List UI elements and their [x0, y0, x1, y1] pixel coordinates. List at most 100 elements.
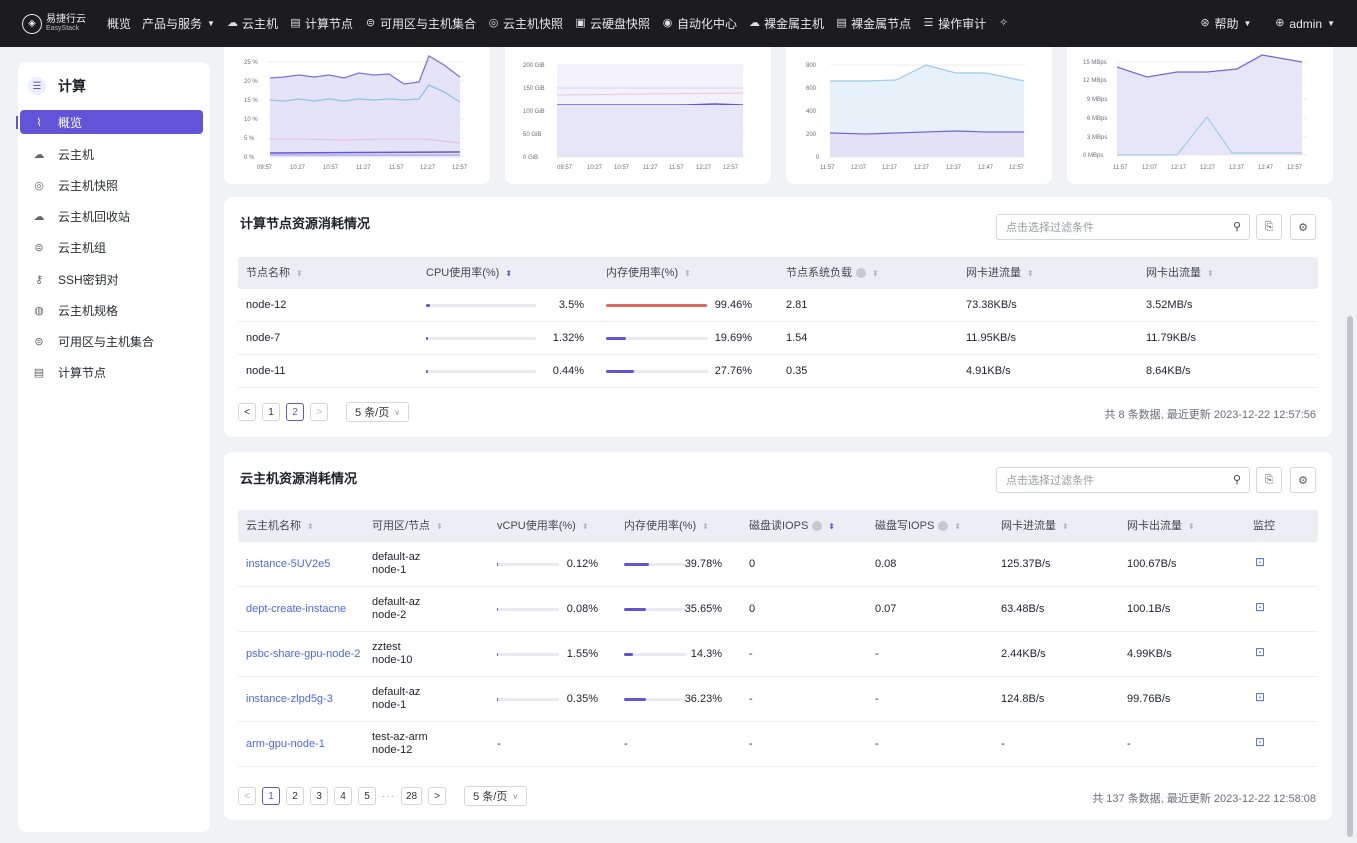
nav-audit[interactable]: ☰ 操作审计: [922, 15, 986, 32]
sort-icon[interactable]: ⬍: [684, 269, 691, 278]
sidebar-item-flavor[interactable]: ◍ 云主机规格: [20, 298, 203, 322]
next-page-button[interactable]: >: [310, 403, 328, 421]
net-out-value: 11.79KB/s: [1146, 332, 1196, 344]
info-icon[interactable]: [812, 521, 823, 532]
nav-overview[interactable]: 概览: [107, 15, 131, 32]
page-button[interactable]: 3: [310, 787, 328, 805]
sidebar-item-vm[interactable]: ☁ 云主机: [20, 142, 203, 166]
col-cpu[interactable]: CPU使用率(%) ⬍: [426, 257, 512, 289]
nav-az-aggregates[interactable]: ⊜ 可用区与主机集合: [364, 15, 476, 32]
sort-desc-icon[interactable]: ⬍: [505, 269, 512, 278]
page-size-select[interactable]: 5 条/页 ∨: [346, 402, 410, 422]
vm-name-link[interactable]: arm-gpu-node-1: [246, 738, 325, 750]
monitor-icon[interactable]: ⊡: [1255, 645, 1265, 659]
table-row: instance-zlpd5g-3 default-az node-1 0.35%…: [238, 677, 1318, 722]
col-vcpu[interactable]: vCPU使用率(%) ⬍: [497, 510, 589, 542]
settings-button[interactable]: ⚙: [1290, 214, 1316, 240]
page-button[interactable]: 28: [401, 787, 423, 805]
sort-icon[interactable]: ⬍: [1188, 522, 1195, 531]
col-net-out[interactable]: 网卡出流量 ⬍: [1127, 510, 1195, 542]
filter-input[interactable]: 点击选择过滤条件 ⚲: [996, 467, 1250, 493]
prev-page-button[interactable]: <: [238, 787, 256, 805]
col-disk-read[interactable]: 磁盘读IOPS ⬍: [749, 510, 835, 542]
node-name[interactable]: node-11: [246, 365, 286, 377]
help-menu[interactable]: ⊛ 帮助 ▼: [1198, 15, 1251, 32]
next-page-button[interactable]: >: [428, 787, 447, 805]
col-vm-name[interactable]: 云主机名称 ⬍: [246, 510, 314, 542]
scrollbar-thumb[interactable]: [1347, 316, 1353, 837]
pin-icon[interactable]: ✧: [997, 17, 1013, 30]
sidebar-item-vm-snapshot[interactable]: ◎ 云主机快照: [20, 173, 203, 197]
az-node: default-az node-1: [372, 551, 421, 576]
table-summary: 共 8 条数据, 最近更新 2023-12-22 12:57:56: [1104, 409, 1316, 421]
page-button[interactable]: 2: [286, 787, 304, 805]
col-net-out[interactable]: 网卡出流量 ⬍: [1146, 257, 1214, 289]
vm-name-link[interactable]: instance-5UV2e5: [246, 558, 330, 570]
sort-icon[interactable]: ⬍: [436, 522, 443, 531]
load-value: 2.81: [786, 299, 808, 311]
user-menu[interactable]: ⊕ admin ▼: [1273, 17, 1335, 31]
search-icon[interactable]: ⚲: [1233, 220, 1241, 233]
nav-bm-host[interactable]: ☁ 裸金属主机: [748, 15, 824, 32]
col-memory[interactable]: 内存使用率(%) ⬍: [624, 510, 709, 542]
prev-page-button[interactable]: <: [238, 403, 256, 421]
monitor-icon[interactable]: ⊡: [1255, 555, 1265, 569]
sort-icon[interactable]: ⬍: [702, 522, 709, 531]
sidebar-item-compute-node[interactable]: ▤ 计算节点: [20, 360, 203, 384]
node-name[interactable]: node-7: [246, 332, 280, 344]
col-load[interactable]: 节点系统负载 ⬍: [786, 257, 879, 289]
page-button[interactable]: 1: [262, 403, 280, 421]
info-icon[interactable]: [938, 521, 949, 532]
sort-desc-icon[interactable]: ⬍: [828, 522, 835, 531]
col-node-name[interactable]: 节点名称 ⬍: [246, 257, 303, 289]
net-in-value: 2.44KB/s: [1001, 648, 1046, 660]
sort-icon[interactable]: ⬍: [296, 269, 303, 278]
nav-disk-snapshot[interactable]: ▣ 云硬盘快照: [574, 15, 650, 32]
nav-automation[interactable]: ◉ 自动化中心: [661, 15, 737, 32]
sidebar-item-recycle[interactable]: ☁ 云主机回收站: [20, 204, 203, 228]
page-size-select[interactable]: 5 条/页 ∨: [464, 786, 528, 806]
x-tick: 12:47: [978, 165, 994, 171]
col-disk-write[interactable]: 磁盘写IOPS ⬍: [875, 510, 961, 542]
filter-input[interactable]: 点击选择过滤条件 ⚲: [996, 214, 1250, 240]
col-az-node[interactable]: 可用区/节点 ⬍: [372, 510, 443, 542]
logo[interactable]: ◈ 易捷行云 EasyStack: [22, 13, 86, 34]
monitor-icon[interactable]: ⊡: [1255, 600, 1265, 614]
search-icon[interactable]: ⚲: [1233, 473, 1241, 486]
export-button[interactable]: ⎘: [1256, 467, 1282, 493]
page-button[interactable]: 4: [334, 787, 352, 805]
sidebar-item-ssh-key[interactable]: ⚷ SSH密钥对: [20, 267, 203, 291]
sort-icon[interactable]: ⬍: [582, 522, 589, 531]
sidebar-item-vm-group[interactable]: ⊜ 云主机组: [20, 235, 203, 259]
page-button[interactable]: 5: [358, 787, 376, 805]
export-button[interactable]: ⎘: [1256, 214, 1282, 240]
nav-products[interactable]: 产品与服务 ▼: [142, 15, 215, 32]
page-button-current[interactable]: 1: [262, 787, 280, 805]
nav-vm-snapshot[interactable]: ◎ 云主机快照: [487, 15, 563, 32]
col-net-in[interactable]: 网卡进流量 ⬍: [1001, 510, 1069, 542]
settings-button[interactable]: ⚙: [1290, 467, 1316, 493]
vm-name-link[interactable]: dept-create-instacne: [246, 603, 346, 615]
sidebar-item-overview[interactable]: ⌇ 概览: [20, 110, 203, 134]
info-icon[interactable]: [856, 268, 866, 279]
sort-icon[interactable]: ⬍: [1207, 269, 1214, 278]
sort-icon[interactable]: ⬍: [1062, 522, 1069, 531]
sort-icon[interactable]: ⬍: [872, 269, 879, 278]
page-button-current[interactable]: 2: [286, 403, 304, 421]
sort-icon[interactable]: ⬍: [954, 522, 961, 531]
monitor-icon[interactable]: ⊡: [1255, 690, 1265, 704]
sort-icon[interactable]: ⬍: [1027, 269, 1034, 278]
sidebar-item-az[interactable]: ⊜ 可用区与主机集合: [20, 329, 203, 353]
sort-icon[interactable]: ⬍: [307, 522, 314, 531]
monitor-icon[interactable]: ⊡: [1255, 735, 1265, 749]
col-net-in[interactable]: 网卡进流量 ⬍: [966, 257, 1034, 289]
vm-name-link[interactable]: psbc-share-gpu-node-2: [246, 648, 360, 660]
nav-compute-nodes[interactable]: ▤ 计算节点: [289, 15, 353, 32]
menu-icon[interactable]: ☰: [28, 77, 46, 95]
ellipsis-icon[interactable]: ···: [382, 791, 395, 802]
col-memory[interactable]: 内存使用率(%) ⬍: [606, 257, 691, 289]
node-name[interactable]: node-12: [246, 299, 286, 311]
nav-vm[interactable]: ☁ 云主机: [226, 15, 278, 32]
vm-name-link[interactable]: instance-zlpd5g-3: [246, 693, 333, 705]
nav-bm-node[interactable]: ▤ 裸金属节点: [835, 15, 911, 32]
